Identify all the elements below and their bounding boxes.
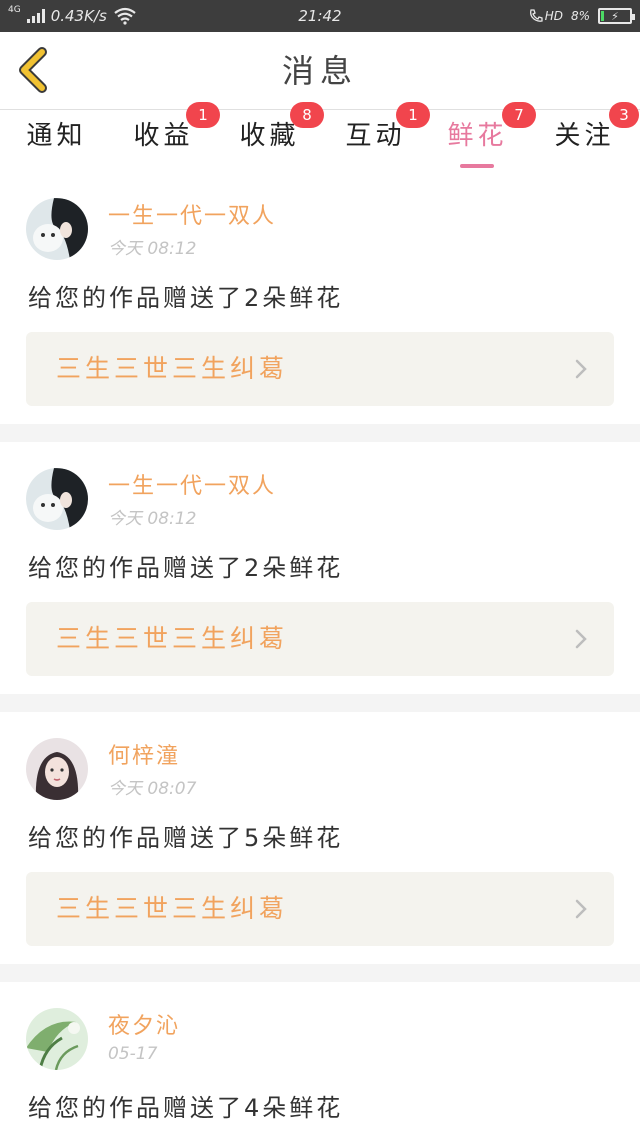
divider	[0, 964, 640, 982]
message-list: 一生一代一双人 今天 08:12 给您的作品赠送了2朵鲜花 三生三世三生纠葛 一…	[0, 172, 640, 1138]
sender-name[interactable]: 一生一代一双人	[108, 198, 276, 230]
tab-interaction[interactable]: 互动 1	[322, 102, 430, 172]
badge-favorites: 8	[290, 102, 324, 128]
hd-label: HD	[544, 9, 563, 23]
tab-flowers[interactable]: 鲜花 7	[424, 102, 536, 172]
page-title: 消息	[281, 52, 358, 90]
tab-follow[interactable]: 关注 3	[531, 102, 639, 172]
tab-income[interactable]: 收益 1	[110, 102, 220, 172]
message-item: 夜夕沁 05-17 给您的作品赠送了4朵鲜花	[0, 982, 640, 1138]
avatar[interactable]	[26, 198, 88, 260]
sender-name[interactable]: 一生一代一双人	[108, 468, 276, 500]
badge-income: 1	[186, 102, 220, 128]
divider	[0, 424, 640, 442]
tab-bar: 通知 收益 1 收藏 8 互动 1 鲜花 7 关注 3	[0, 102, 640, 172]
hd-call-icon: HD	[528, 8, 563, 24]
battery-percent: 8%	[570, 9, 590, 23]
work-title: 三生三世三生纠葛	[56, 624, 289, 653]
battery-icon: ⚡	[598, 8, 635, 24]
message-text: 给您的作品赠送了4朵鲜花	[28, 1094, 344, 1122]
work-link[interactable]: 三生三世三生纠葛	[26, 602, 614, 676]
avatar[interactable]	[26, 1008, 88, 1070]
message-time: 05-17	[108, 1044, 158, 1064]
active-tab-indicator	[460, 164, 494, 168]
avatar[interactable]	[26, 468, 88, 530]
tab-favorites[interactable]: 收藏 8	[216, 102, 324, 172]
sender-name[interactable]: 何梓潼	[108, 738, 180, 770]
message-text: 给您的作品赠送了5朵鲜花	[28, 824, 344, 852]
status-right: HD 8% ⚡	[528, 0, 635, 32]
message-item: 一生一代一双人 今天 08:12 给您的作品赠送了2朵鲜花 三生三世三生纠葛	[0, 442, 640, 694]
message-time: 今天 08:07	[108, 779, 197, 799]
message-time: 今天 08:12	[108, 509, 197, 529]
work-title: 三生三世三生纠葛	[56, 354, 289, 383]
sender-name[interactable]: 夜夕沁	[108, 1008, 180, 1040]
chevron-right-icon	[575, 899, 587, 919]
message-text: 给您的作品赠送了2朵鲜花	[28, 284, 344, 312]
avatar[interactable]	[26, 738, 88, 800]
message-item: 何梓潼 今天 08:07 给您的作品赠送了5朵鲜花 三生三世三生纠葛	[0, 712, 640, 964]
work-title: 三生三世三生纠葛	[56, 894, 289, 923]
tab-notice[interactable]: 通知	[3, 110, 110, 172]
header: 消息	[0, 32, 640, 110]
badge-follow: 3	[609, 102, 639, 128]
work-link[interactable]: 三生三世三生纠葛	[26, 332, 614, 406]
status-bar: 4G 0.43K/s 21:42 HD 8% ⚡	[0, 0, 640, 32]
message-text: 给您的作品赠送了2朵鲜花	[28, 554, 344, 582]
message-item: 一生一代一双人 今天 08:12 给您的作品赠送了2朵鲜花 三生三世三生纠葛	[0, 172, 640, 424]
work-link[interactable]: 三生三世三生纠葛	[26, 872, 614, 946]
tab-label: 通知	[26, 121, 87, 151]
divider	[0, 694, 640, 712]
chevron-right-icon	[575, 629, 587, 649]
message-time: 今天 08:12	[108, 239, 197, 259]
chevron-right-icon	[575, 359, 587, 379]
